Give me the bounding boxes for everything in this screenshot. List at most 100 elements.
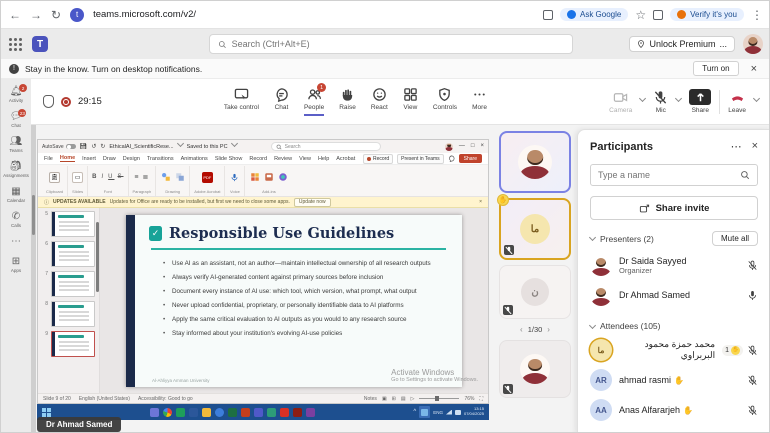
align-center-icon[interactable]: ≣ — [142, 173, 149, 181]
slide-thumb-6[interactable]: 6 — [42, 241, 97, 267]
record-button[interactable]: Record — [363, 154, 393, 164]
tab-view[interactable]: View — [299, 156, 311, 162]
mic-off-icon[interactable] — [747, 375, 758, 386]
video-tile[interactable] — [499, 340, 571, 398]
mic-button[interactable]: Mic — [653, 90, 668, 114]
tab-review[interactable]: Review — [274, 156, 292, 162]
mic-on-icon[interactable] — [747, 290, 758, 301]
leave-chevron-icon[interactable] — [753, 95, 760, 102]
slide-thumb-5[interactable]: 5 — [42, 211, 97, 237]
tab-help[interactable]: Help — [318, 156, 329, 162]
sidebar-item-calendar[interactable]: ▦Calendar — [7, 187, 25, 203]
ppt-account-avatar[interactable] — [445, 143, 453, 151]
paste-icon[interactable]: 📋︎ — [49, 172, 60, 183]
teams-search[interactable] — [209, 34, 573, 54]
chat-button[interactable]: Chat — [274, 87, 289, 116]
sidebar-item-activity[interactable]: 2🔔︎Activity — [9, 87, 23, 103]
tab-design[interactable]: Design — [123, 156, 140, 162]
sorter-view-icon[interactable]: ⊞ — [392, 396, 396, 402]
autosave-toggle[interactable]: AutoSave — [42, 144, 76, 150]
folder-icon[interactable] — [202, 408, 211, 417]
tray-caret-icon[interactable]: ^ — [413, 409, 416, 415]
taskbar-app-icon[interactable] — [293, 408, 302, 417]
create-pdf-icon[interactable]: PDF — [202, 172, 213, 183]
slide-thumb-8[interactable]: 8 — [42, 301, 97, 327]
tab-animations[interactable]: Animations — [181, 156, 208, 162]
strikethrough-icon[interactable]: S — [117, 174, 123, 180]
excel-icon[interactable] — [228, 408, 237, 417]
mic-off-icon[interactable] — [747, 345, 758, 356]
new-slide-icon[interactable]: ▭ — [72, 172, 83, 183]
browser-menu-icon[interactable]: ⋮ — [751, 9, 763, 21]
redo-icon[interactable]: ↻ — [100, 143, 105, 150]
zoom-slider[interactable] — [419, 398, 459, 399]
maximize-icon[interactable]: □ — [471, 143, 475, 151]
taskbar-clock[interactable]: 13:1507/04/2025 — [464, 407, 484, 416]
thumbnail-scrollbar[interactable] — [96, 222, 99, 292]
wifi-icon[interactable] — [446, 410, 452, 415]
taskbar-app-icon[interactable] — [150, 408, 159, 417]
attendees-section[interactable]: Attendees (105) — [578, 310, 770, 335]
participant-row[interactable]: Dr Ahmad Samed — [578, 280, 770, 310]
word-icon[interactable] — [189, 408, 198, 417]
ppt-search[interactable]: Search — [271, 142, 381, 151]
page-next-icon[interactable]: › — [547, 325, 550, 334]
shapes-icon[interactable] — [160, 172, 171, 183]
undo-icon[interactable]: ↺ — [91, 143, 96, 150]
italic-icon[interactable]: I — [101, 174, 105, 180]
verify-profile-button[interactable]: Verify it's you — [670, 8, 744, 21]
notification-close-icon[interactable]: × — [751, 63, 757, 75]
presenters-section[interactable]: Presenters (2) Mute all — [578, 220, 770, 250]
minimize-icon[interactable]: — — [459, 143, 465, 151]
sidebar-item-more[interactable]: ⋯ — [11, 237, 21, 248]
zoom-level[interactable]: 76% — [464, 396, 474, 402]
unlock-premium-button[interactable]: Unlock Premium ... — [629, 36, 735, 52]
present-in-teams-button[interactable]: Present in Teams — [397, 154, 444, 164]
update-now-button[interactable]: Update now — [294, 198, 331, 207]
teams-search-input[interactable] — [232, 39, 564, 49]
participant-row[interactable]: Dr Saida Sayyed Organizer — [578, 250, 770, 280]
tab-transitions[interactable]: Transitions — [147, 156, 174, 162]
mic-off-icon[interactable] — [747, 405, 758, 416]
sidebar-item-teams[interactable]: 👥︎Teams — [9, 137, 22, 153]
reload-icon[interactable]: ↻ — [51, 9, 61, 21]
ask-google-button[interactable]: Ask Google — [560, 8, 628, 21]
people-button[interactable]: 1 People — [304, 87, 324, 116]
turn-on-button[interactable]: Turn on — [693, 61, 738, 76]
sidebar-item-assignments[interactable]: 🎒︎Assignments — [3, 162, 29, 178]
react-button[interactable]: React — [371, 87, 388, 116]
address-bar[interactable]: teams.microsoft.com/v2/ — [93, 9, 196, 20]
camera-chevron-icon[interactable] — [639, 95, 646, 102]
dictate-icon[interactable] — [229, 172, 240, 183]
participant-row[interactable]: AR ahmad rasmi✋ — [578, 365, 770, 395]
chrome-icon[interactable] — [163, 408, 172, 417]
slide-thumb-9[interactable]: 9 — [42, 331, 97, 357]
participant-row[interactable]: AA Anas Alfararjeh✋ — [578, 395, 770, 425]
waffle-icon[interactable] — [9, 38, 22, 51]
taskbar-app-icon[interactable] — [306, 408, 315, 417]
comments-icon[interactable] — [448, 155, 455, 162]
page-prev-icon[interactable]: ‹ — [520, 325, 523, 334]
start-button[interactable] — [42, 408, 51, 417]
fit-slide-icon[interactable]: ⛶ — [479, 396, 483, 402]
edge-icon[interactable] — [215, 408, 224, 417]
slide-thumb-7[interactable]: 7 — [42, 271, 97, 297]
update-close-icon[interactable]: × — [479, 199, 482, 205]
tab-insert[interactable]: Insert — [82, 156, 96, 162]
video-tile-speaker[interactable] — [499, 131, 571, 193]
more-button[interactable]: More — [472, 87, 487, 116]
camera-button[interactable]: Camera — [609, 90, 632, 114]
arrange-icon[interactable] — [174, 172, 185, 183]
acrobat-icon[interactable] — [280, 408, 289, 417]
install-app-icon[interactable] — [543, 10, 553, 20]
video-tile-hand-raised[interactable]: ✋ ما — [499, 198, 571, 260]
sidebar-item-chat[interactable]: 23💬︎Chat — [10, 112, 23, 128]
view-button[interactable]: View — [403, 87, 418, 116]
saved-chevron-icon[interactable] — [231, 140, 238, 147]
participant-row[interactable]: ما محمد حمزة محمود البربراوي 1✋ — [578, 335, 770, 365]
reading-view-icon[interactable]: ▤ — [401, 396, 406, 402]
share-invite-button[interactable]: Share invite — [590, 196, 758, 220]
filename-chevron-icon[interactable] — [177, 140, 184, 147]
accessibility-status[interactable]: Accessibility: Good to go — [138, 396, 193, 402]
forward-icon[interactable]: → — [30, 9, 42, 21]
